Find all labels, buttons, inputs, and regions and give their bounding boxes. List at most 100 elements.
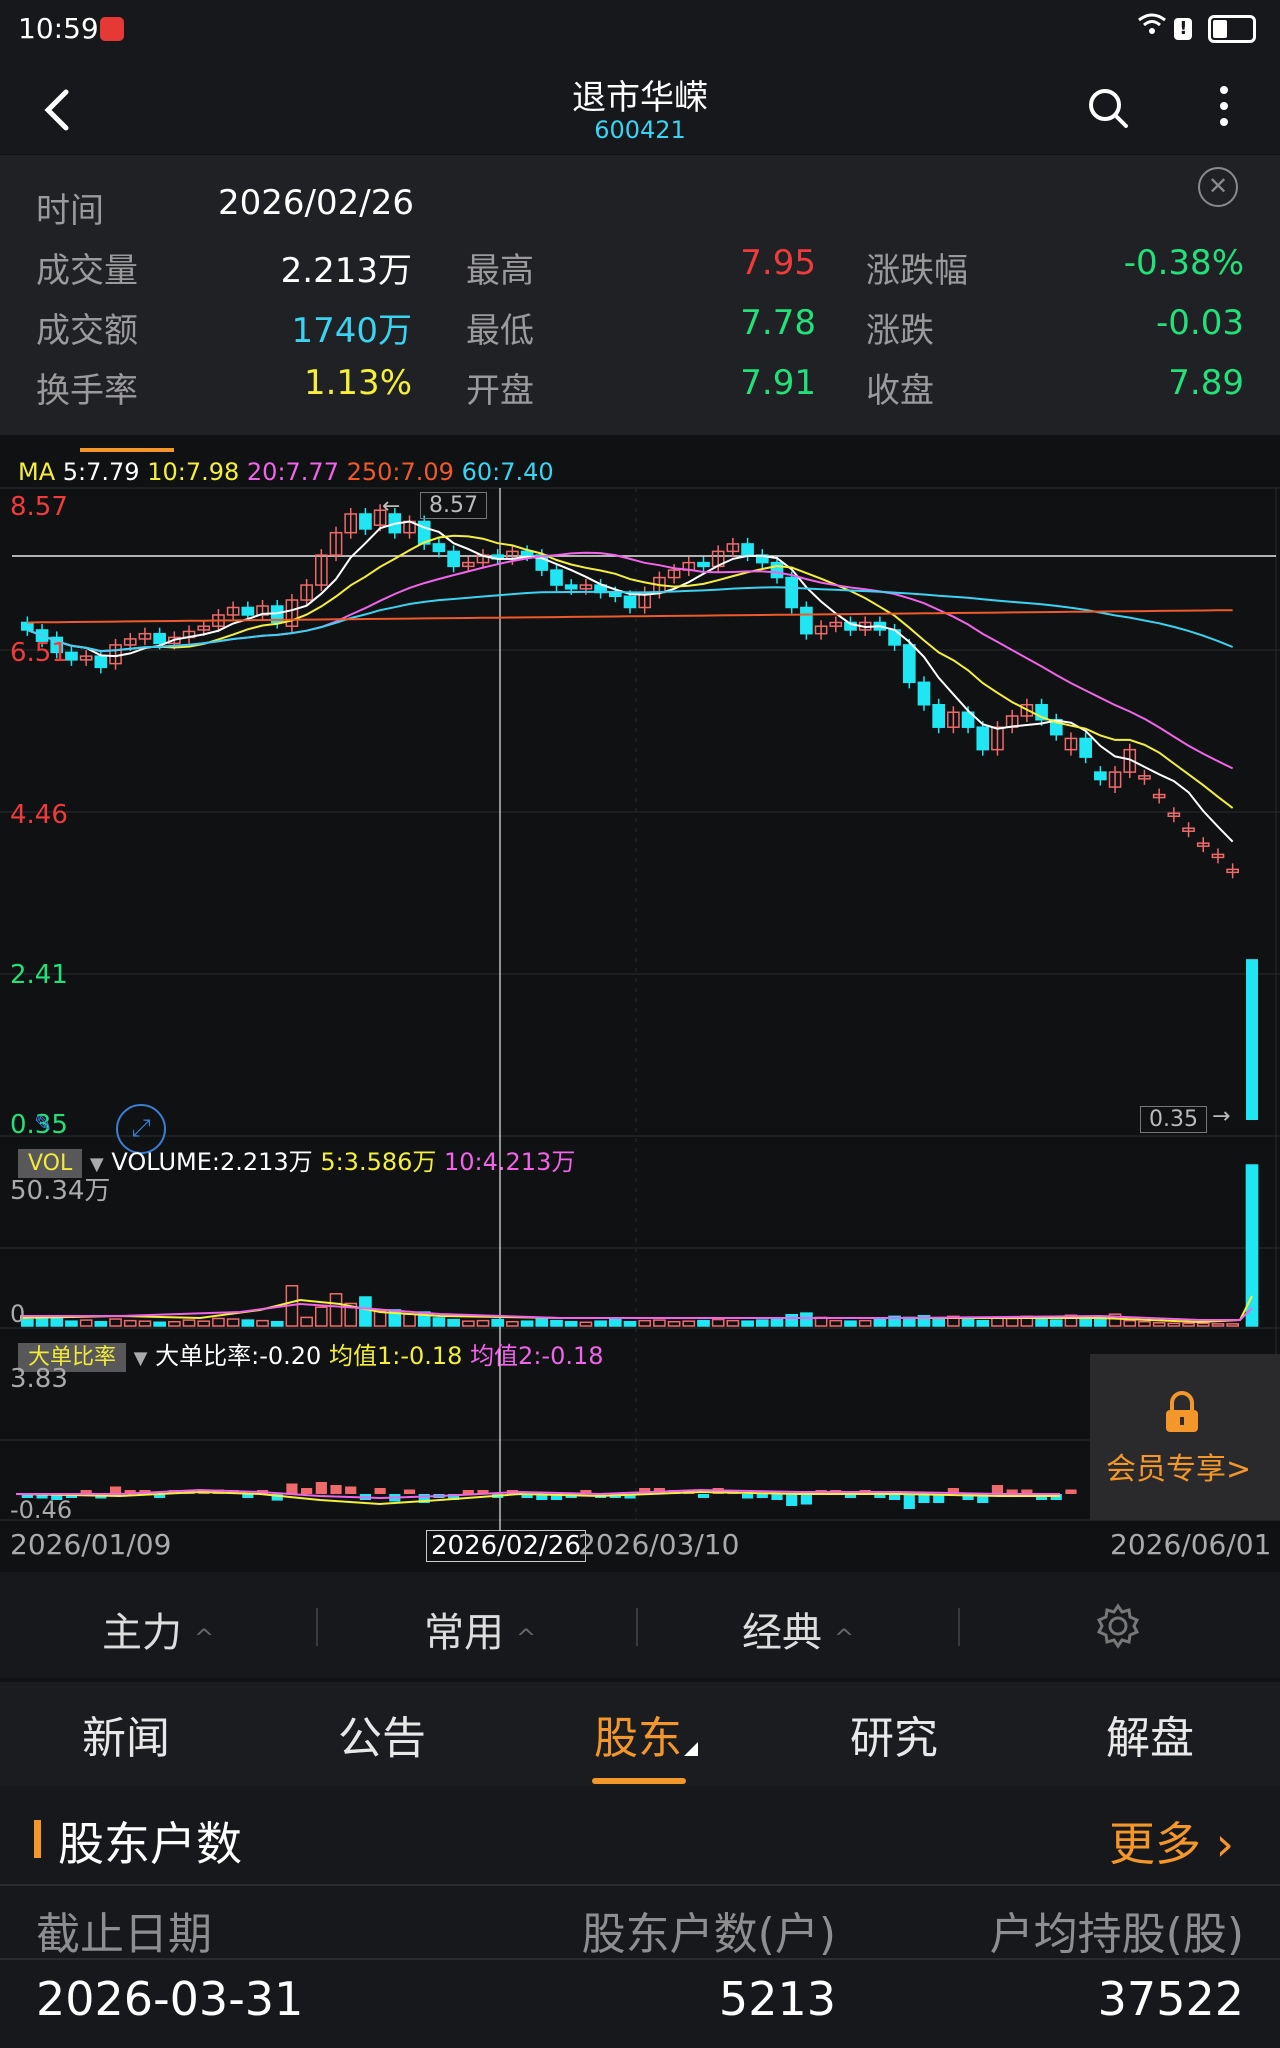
volume-bar: [1182, 1322, 1195, 1327]
volume-bar: [1079, 1317, 1092, 1327]
candle-body: [741, 543, 754, 556]
indicator-toolbar: 主力 ^ 常用 ^ 经典 ^: [0, 1572, 1280, 1678]
volume-bar: [726, 1319, 740, 1327]
volume-bar: [550, 1319, 563, 1327]
volume-bar: [50, 1317, 64, 1327]
volume-bar: [256, 1319, 269, 1327]
volume-bar: [138, 1320, 152, 1327]
toolbar-divider: [958, 1608, 960, 1646]
volume-bar: [300, 1316, 313, 1327]
candle-body: [697, 561, 710, 568]
volume-bar: [711, 1318, 725, 1327]
low-callout: 0.35: [1140, 1106, 1207, 1133]
ma-lines: [26, 520, 1234, 843]
ma20-line: [26, 551, 1234, 770]
volume-bar: [403, 1313, 416, 1327]
big-order-bar: [374, 1488, 386, 1494]
vol-ma10-value: 10:4.213万: [444, 1148, 576, 1176]
volume-bar: [447, 1318, 460, 1327]
table-divider: [0, 1958, 1280, 1960]
candle-body: [770, 561, 784, 579]
big-order-bar: [315, 1482, 327, 1494]
price-axis-mid3: 2.41: [10, 960, 68, 990]
volume-bar: [123, 1319, 137, 1327]
candle-body: [153, 632, 166, 645]
toolbar-classic[interactable]: 经典 ^: [742, 1600, 854, 1658]
big-order-axis-max: 3.83: [10, 1364, 68, 1394]
toolbar-common[interactable]: 常用 ^: [424, 1600, 536, 1658]
volume-bar: [506, 1320, 519, 1327]
holders-section: 股东户数 更多 › 截止日期 股东户数(户) 户均持股(股) 2026-03-3…: [0, 1786, 1280, 2048]
big-order-bar: [345, 1486, 357, 1494]
section-divider: [0, 1884, 1280, 1886]
candle-body: [976, 726, 990, 751]
volume-bar: [697, 1319, 710, 1327]
vip-text: 会员专享>: [1106, 1452, 1252, 1487]
big-order-main-value: 大单比率:-0.20: [155, 1342, 322, 1370]
big-order-avg2-value: 均值2:-0.18: [470, 1342, 604, 1370]
price-axis-high: 8.57: [10, 492, 68, 522]
volume-bar: [359, 1296, 372, 1327]
volume-bar: [844, 1320, 857, 1327]
big-order-avg1-value: 均值1:-0.18: [328, 1342, 463, 1370]
volume-bar: [153, 1321, 166, 1327]
header-holder-count: 股东户数(户): [581, 1909, 836, 1960]
tab-analysis[interactable]: 解盘: [1106, 1702, 1194, 1766]
toolbar-main-force-label: 主力: [102, 1610, 182, 1656]
volume-bar: [608, 1318, 622, 1327]
big-order-bar: [697, 1494, 710, 1498]
volume-bar: [858, 1319, 872, 1327]
vip-locked-overlay[interactable]: 会员专享>: [1090, 1354, 1280, 1520]
toolbar-main-force[interactable]: 主力 ^: [102, 1600, 214, 1658]
date-axis-mid: 2026/03/10: [578, 1528, 740, 1561]
volume-bar: [682, 1320, 696, 1327]
big-order-dropdown-icon[interactable]: ▼: [134, 1348, 148, 1369]
tab-notice[interactable]: 公告: [338, 1702, 426, 1766]
candle-body: [623, 595, 637, 609]
volume-bar: [1211, 1323, 1225, 1327]
volume-bar: [800, 1312, 813, 1327]
big-order-bar: [800, 1494, 812, 1505]
tab-research[interactable]: 研究: [850, 1702, 938, 1766]
tab-holders[interactable]: 股东: [594, 1702, 682, 1766]
volume-bar: [168, 1320, 181, 1327]
candle-body: [1094, 771, 1107, 781]
candle-body: [21, 621, 34, 631]
volume-bar: [638, 1319, 652, 1327]
price-axis-mid1: 6.51: [10, 638, 68, 668]
big-order-bar: [991, 1485, 1004, 1494]
more-link[interactable]: 更多 ›: [1109, 1808, 1234, 1874]
big-order-bar: [771, 1494, 783, 1500]
big-order-axis-min: -0.46: [10, 1496, 73, 1524]
vol-ma5-value: 5:3.586万: [320, 1148, 437, 1176]
volume-bar: [241, 1319, 255, 1327]
volume-bar: [182, 1319, 196, 1327]
volume-bar: [1226, 1323, 1239, 1327]
settings-gear-icon[interactable]: [1094, 1602, 1142, 1654]
row-date: 2026-03-31: [36, 1972, 304, 2026]
header-avg-shares: 户均持股(股): [989, 1909, 1244, 1960]
chevron-up-icon: ^: [834, 1624, 855, 1652]
volume-bar: [535, 1317, 549, 1327]
tab-news[interactable]: 新闻: [82, 1702, 170, 1766]
ma5-line: [26, 520, 1234, 843]
big-order-bar: [330, 1485, 342, 1494]
volume-bar: [1196, 1322, 1210, 1327]
toolbar-common-label: 常用: [424, 1610, 504, 1656]
volume-bar: [653, 1319, 666, 1327]
volume-bar: [432, 1317, 446, 1327]
section-marker: [34, 1820, 41, 1858]
candle-body: [932, 704, 946, 728]
candle-body: [241, 606, 255, 616]
date-axis-end: 2026/06/01: [1110, 1528, 1272, 1561]
big-order-bar: [903, 1494, 915, 1509]
volume-bar: [197, 1320, 211, 1327]
volume-bar: [873, 1318, 887, 1327]
volume-bar: [35, 1316, 49, 1327]
candle-body-final: [1246, 959, 1258, 1120]
volume-bar: [623, 1320, 637, 1327]
draw-icon[interactable]: ✎: [34, 1112, 64, 1142]
high-arrow-icon: ←: [382, 494, 401, 519]
price-axis-mid2: 4.46: [10, 800, 68, 830]
volume-bar: [1138, 1320, 1151, 1327]
